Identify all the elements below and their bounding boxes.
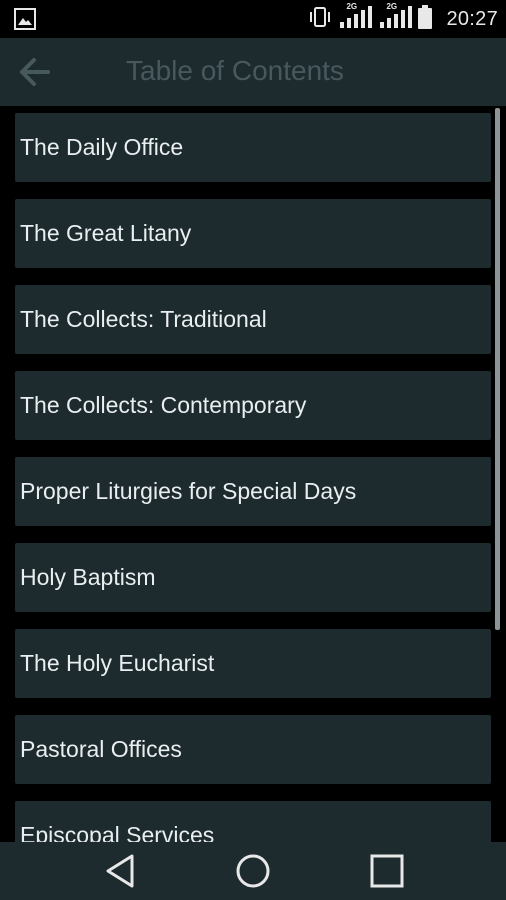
system-nav-bar [0,842,506,900]
toc-item-holy-baptism[interactable]: Holy Baptism [15,543,491,612]
app-bar: Table of Contents [0,38,506,106]
status-bar: 2G 2G 20:27 [0,0,506,38]
toc-item-collects-traditional[interactable]: The Collects: Traditional [15,285,491,354]
signal-icon-sim2: 2G [378,1,413,35]
vibrate-icon [308,5,332,34]
toc-item-label: The Daily Office [20,134,184,160]
toc-item-great-litany[interactable]: The Great Litany [15,199,491,268]
page-title: Table of Contents [126,55,344,86]
toc-item-episcopal-services[interactable]: Episcopal Services [15,801,491,842]
screenshot-icon [14,8,36,35]
triangle-back-icon [106,854,134,888]
arrow-left-icon [20,58,50,86]
toc-item-pastoral-offices[interactable]: Pastoral Offices [15,715,491,784]
toc-item-label: Proper Liturgies for Special Days [20,478,357,504]
toc-item-label: The Great Litany [20,220,192,246]
status-clock: 20:27 [446,7,498,30]
toc-item-collects-contemporary[interactable]: The Collects: Contemporary [15,371,491,440]
nav-recents-button[interactable] [347,842,427,900]
toc-item-label: The Collects: Traditional [20,306,267,332]
toc-item-daily-office[interactable]: The Daily Office [15,113,491,182]
network-type-label-2: 2G [386,1,398,11]
square-recents-icon [370,854,404,888]
circle-home-icon [236,854,270,888]
toc-item-label: Holy Baptism [20,564,156,590]
toc-list: The Daily Office The Great Litany The Co… [15,113,491,842]
toc-item-label: Pastoral Offices [20,736,182,762]
nav-home-button[interactable] [213,842,293,900]
nav-back-button[interactable] [80,842,160,900]
toc-item-label: Episcopal Services [20,822,215,842]
signal-icon-sim1: 2G [338,1,373,35]
scrollbar[interactable] [495,108,500,630]
network-type-label-1: 2G [346,1,358,11]
toc-item-label: The Collects: Contemporary [20,392,307,418]
status-icons: 2G 2G 20:27 [308,1,498,35]
battery-icon [418,4,433,34]
toc-item-label: The Holy Eucharist [20,650,215,676]
toc-item-holy-eucharist[interactable]: The Holy Eucharist [15,629,491,698]
back-button[interactable] [16,54,54,90]
toc-content[interactable]: The Daily Office The Great Litany The Co… [0,106,506,842]
toc-item-proper-liturgies[interactable]: Proper Liturgies for Special Days [15,457,491,526]
